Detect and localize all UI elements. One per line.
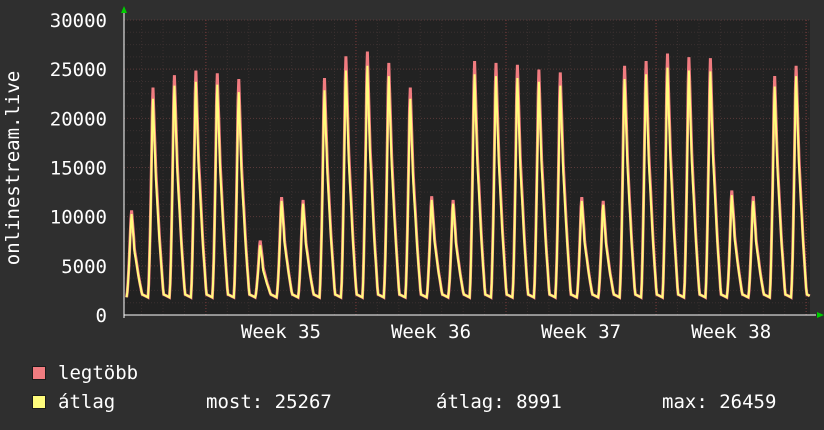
x-tick-label: Week 35 [241, 321, 321, 343]
legend-item-atlag: átlag [32, 391, 115, 413]
y-tick-label: 15000 [50, 158, 107, 180]
y-tick-label: 10000 [50, 207, 107, 229]
stat-maximum: max: 26459 [662, 391, 777, 413]
y-tick-label: 20000 [50, 108, 107, 130]
x-tick-label: Week 36 [391, 321, 471, 343]
y-tick-label: 5000 [61, 256, 107, 278]
y-axis-arrow [121, 6, 127, 13]
legend-item-legtobb: legtöbb [32, 362, 138, 384]
y-tick-label: 0 [96, 305, 107, 327]
y-axis-label: onlinestream.live [2, 71, 24, 265]
x-axis-arrow [817, 312, 824, 318]
stat-current: most: 25267 [206, 391, 332, 413]
y-tick-label: 25000 [50, 59, 107, 81]
x-tick-label: Week 38 [691, 321, 771, 343]
atlag-swatch [32, 395, 46, 409]
y-tick-label: 30000 [50, 10, 107, 32]
x-tick-label: Week 37 [541, 321, 621, 343]
legtobb-swatch [32, 366, 46, 380]
stat-average: átlag: 8991 [436, 391, 562, 413]
legend-label-atlag: átlag [58, 391, 116, 413]
legend-label-legtobb: legtöbb [58, 362, 139, 384]
